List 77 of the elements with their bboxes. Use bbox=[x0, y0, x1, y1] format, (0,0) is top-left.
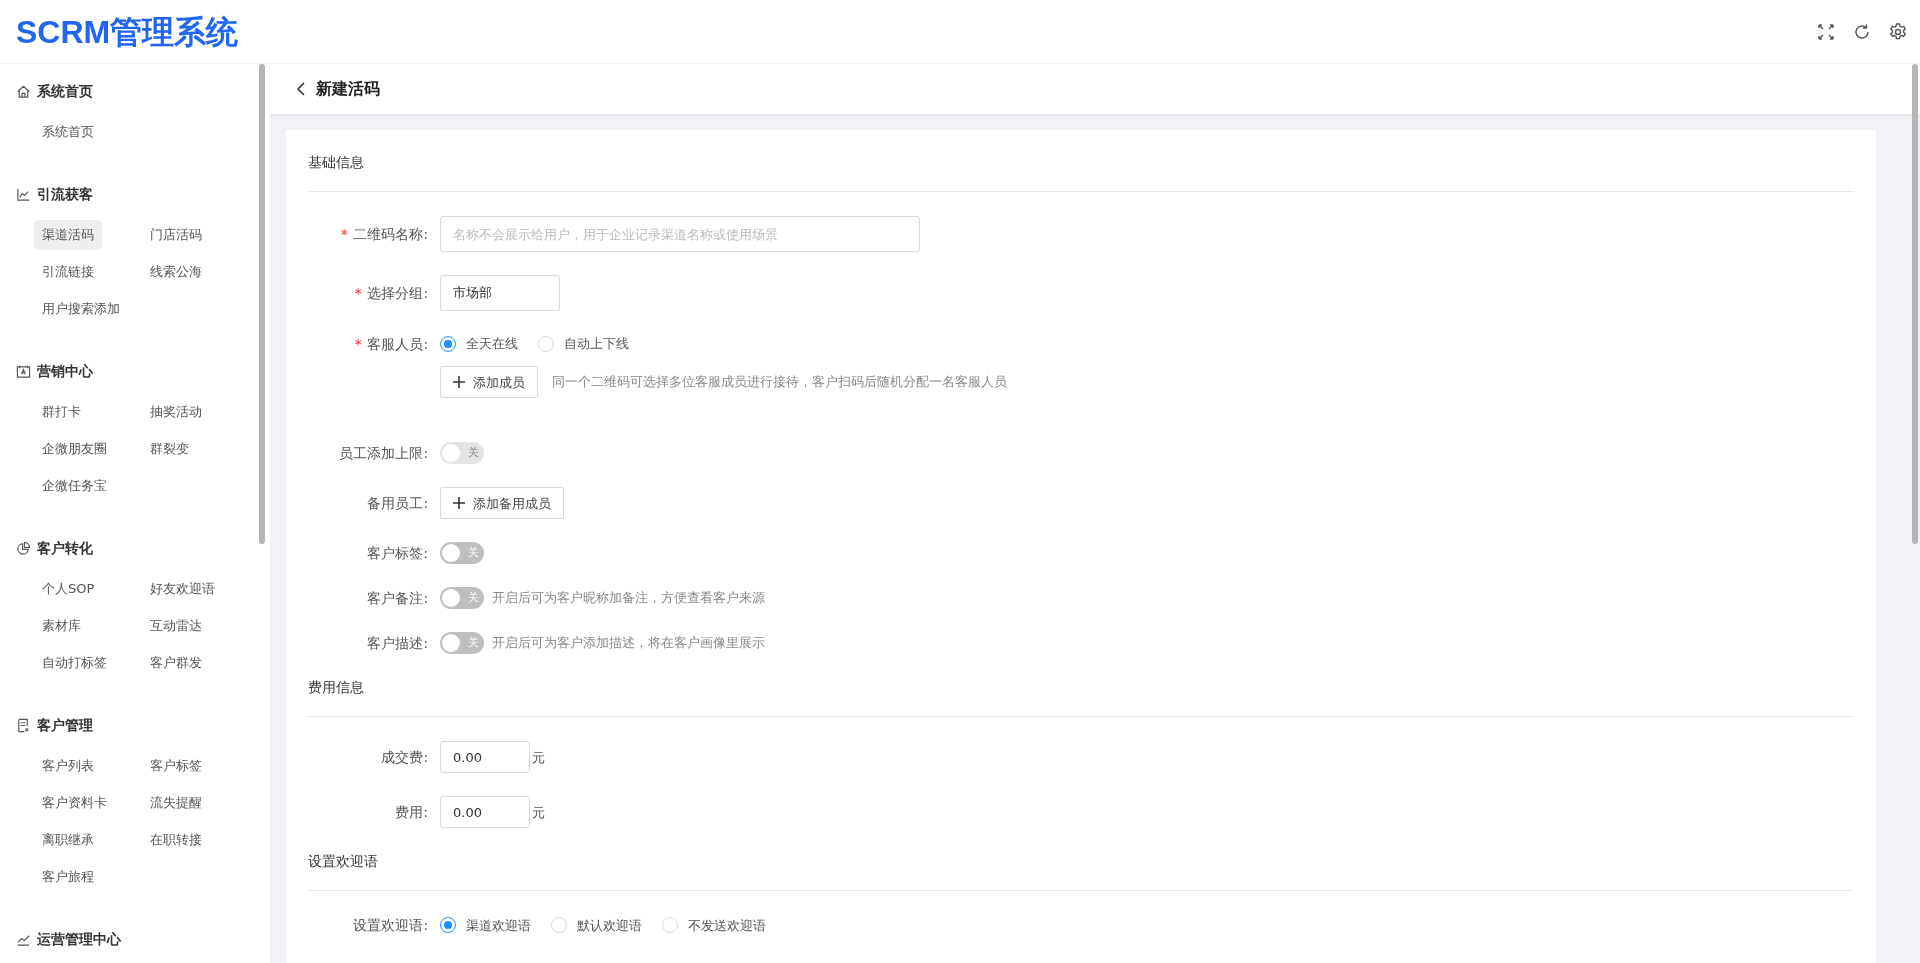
field-label: 选择分组: bbox=[367, 284, 428, 301]
add-button[interactable]: 添加成员 bbox=[440, 366, 538, 399]
field-label: 员工添加上限: bbox=[339, 445, 428, 462]
field-label: 备用员工: bbox=[367, 495, 428, 512]
field-label: 客服人员: bbox=[367, 336, 428, 352]
settings-icon[interactable] bbox=[1888, 21, 1908, 42]
document-icon bbox=[16, 717, 31, 733]
sidebar-item[interactable]: 客户群发 bbox=[142, 648, 210, 678]
sidebar-item[interactable]: 在职转接 bbox=[142, 825, 210, 855]
radio-option[interactable]: 默认欢迎语 bbox=[551, 915, 642, 936]
field-label: 客户描述: bbox=[367, 635, 428, 652]
home-icon bbox=[16, 83, 31, 99]
field-label: 成交费: bbox=[381, 749, 428, 766]
sidebar-item[interactable]: 互动雷达 bbox=[142, 611, 210, 641]
hint-text: 开启后可为客户添加描述，将在客户画像里展示 bbox=[492, 633, 765, 652]
input-field[interactable]: 名称不会展示给用户，用于企业记录渠道名称或使用场景 bbox=[440, 216, 920, 252]
plus-icon bbox=[453, 497, 465, 510]
hint-text: 同一个二维码可选择多位客服成员进行接待，客户扫码后随机分配一名客服人员 bbox=[552, 372, 1007, 391]
sidebar-group-title[interactable]: 客户转化 bbox=[37, 537, 93, 559]
plus-icon bbox=[453, 376, 465, 389]
required-mark: * bbox=[354, 336, 362, 352]
sidebar-item[interactable]: 流失提醒 bbox=[142, 788, 210, 818]
field-label: 客户标签: bbox=[367, 545, 428, 562]
sidebar-item[interactable]: 自动打标签 bbox=[34, 648, 115, 678]
sidebar-item[interactable]: 群裂变 bbox=[142, 434, 197, 464]
field-label: 二维码名称: bbox=[353, 225, 428, 242]
sidebar-item[interactable]: 客户标签 bbox=[142, 751, 210, 781]
required-mark: * bbox=[340, 225, 348, 242]
calendar-icon bbox=[16, 363, 31, 379]
sidebar-item[interactable]: 客户列表 bbox=[34, 751, 102, 781]
radio-option[interactable]: 不发送欢迎语 bbox=[662, 915, 766, 936]
field-label: 客户备注: bbox=[367, 590, 428, 607]
sidebar-item[interactable]: 个人SOP bbox=[34, 574, 103, 604]
fullscreen-icon[interactable] bbox=[1816, 21, 1836, 42]
sidebar-item[interactable]: 群打卡 bbox=[34, 397, 89, 427]
scrollbar[interactable] bbox=[259, 64, 265, 544]
app-title: SCRM管理系统 bbox=[16, 12, 239, 52]
sidebar-item[interactable]: 素材库 bbox=[34, 611, 89, 641]
sidebar-item[interactable]: 客户资料卡 bbox=[34, 788, 115, 818]
radio-option[interactable]: 全天在线 bbox=[440, 334, 518, 354]
sidebar-item[interactable]: 企微朋友圈 bbox=[34, 434, 115, 464]
back-icon[interactable] bbox=[296, 82, 308, 96]
sidebar-item[interactable]: 渠道活码 bbox=[34, 220, 102, 250]
sidebar-item[interactable]: 引流链接 bbox=[34, 257, 102, 287]
sidebar-item[interactable]: 用户搜索添加 bbox=[34, 294, 128, 324]
pie-chart-icon bbox=[16, 540, 31, 556]
sidebar-item[interactable]: 抽奖活动 bbox=[142, 397, 210, 427]
section-title: 设置欢迎语 bbox=[308, 853, 378, 870]
section-title: 费用信息 bbox=[308, 679, 364, 696]
amount-field[interactable]: 0.00 bbox=[440, 741, 530, 774]
radio-option[interactable]: 自动上下线 bbox=[538, 334, 629, 354]
unit-label: 元 bbox=[532, 803, 545, 822]
radio-option[interactable]: 渠道欢迎语 bbox=[440, 915, 531, 936]
sidebar-item[interactable]: 门店活码 bbox=[142, 220, 210, 250]
group-select[interactable]: 市场部 bbox=[440, 275, 560, 311]
field-label: 费用: bbox=[395, 804, 428, 821]
scrollbar[interactable] bbox=[1912, 64, 1918, 544]
sidebar-group-title[interactable]: 营销中心 bbox=[37, 360, 93, 382]
sidebar-group-title[interactable]: 引流获客 bbox=[37, 183, 93, 205]
unit-label: 元 bbox=[532, 748, 545, 767]
field-label: 设置欢迎语: bbox=[353, 917, 428, 934]
sidebar-item[interactable]: 客户旅程 bbox=[34, 862, 102, 892]
chart-icon bbox=[16, 186, 31, 202]
required-mark: * bbox=[354, 284, 362, 301]
page-title: 新建活码 bbox=[316, 78, 380, 100]
sidebar-item[interactable]: 离职继承 bbox=[34, 825, 102, 855]
sidebar-item[interactable]: 系统首页 bbox=[34, 117, 102, 147]
sidebar-group-title[interactable]: 运营管理中心 bbox=[37, 928, 121, 950]
sidebar-item[interactable]: 企微任务宝 bbox=[34, 471, 115, 501]
hint-text: 开启后可为客户昵称加备注，方便查看客户来源 bbox=[492, 588, 765, 607]
sidebar-group-title[interactable]: 系统首页 bbox=[37, 80, 93, 102]
sidebar-group-title[interactable]: 客户管理 bbox=[37, 714, 93, 736]
sidebar-item[interactable]: 好友欢迎语 bbox=[142, 574, 223, 604]
section-title: 基础信息 bbox=[308, 154, 364, 170]
amount-field[interactable]: 0.00 bbox=[440, 796, 530, 829]
sidebar-item[interactable]: 线索公海 bbox=[142, 257, 210, 287]
add-button[interactable]: 添加备用成员 bbox=[440, 487, 564, 520]
